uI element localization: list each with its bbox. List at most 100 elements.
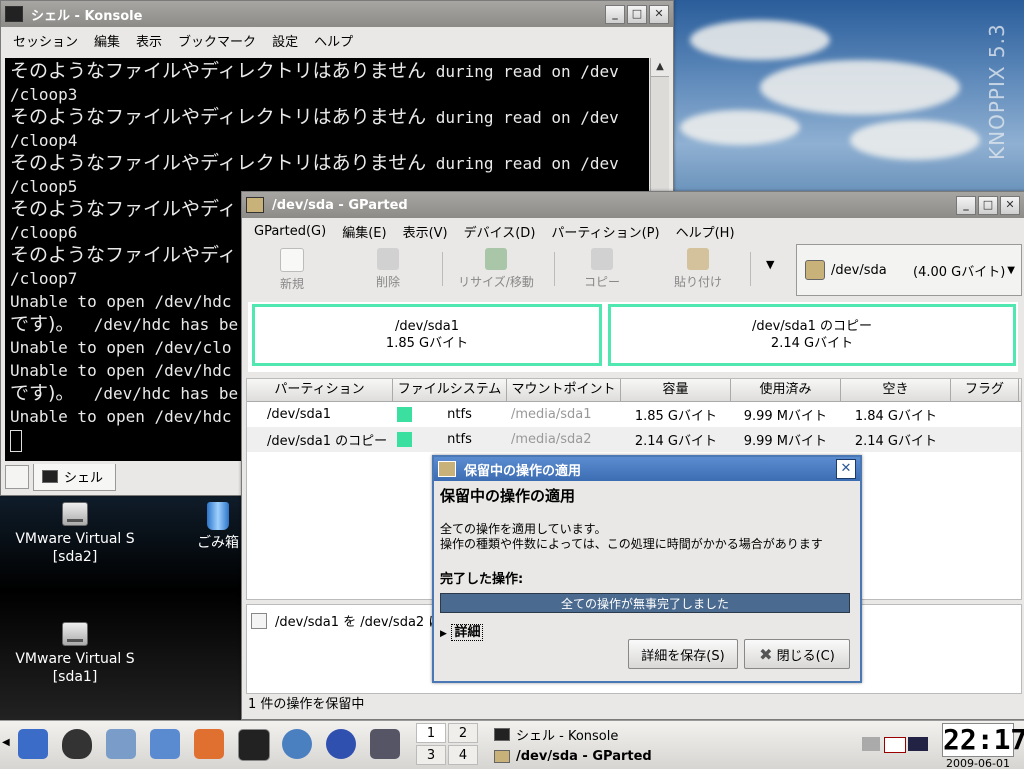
terminal-text-jp: そのようなファイルやディ [10, 198, 237, 220]
column-header-used[interactable]: 使用済み [731, 379, 841, 401]
desktop-icon-trash[interactable]: ごみ箱 [195, 502, 241, 552]
close-button[interactable]: ✕ [649, 4, 669, 24]
window-list-icon[interactable] [106, 729, 136, 759]
save-details-button[interactable]: 詳細を保存(S) [628, 639, 738, 669]
new-session-button[interactable] [5, 465, 29, 489]
terminal-icon [5, 6, 23, 22]
menu-item[interactable]: GParted(G) [246, 224, 334, 239]
knoppix-watermark: KNOPPIX 5.3 [985, 23, 1009, 160]
keyboard-icon[interactable] [862, 737, 880, 751]
konqueror-icon[interactable] [282, 729, 312, 759]
display-icon[interactable] [908, 737, 928, 751]
copy-button[interactable]: コピー [562, 248, 642, 290]
terminal-text-jp: そのようなファイルやディレクトリはありません [10, 106, 427, 128]
fs-color-swatch [397, 407, 412, 422]
menu-item[interactable]: 編集(E) [334, 222, 394, 241]
dialog-titlebar[interactable]: 保留中の操作の適用 ✕ [434, 457, 860, 481]
minimize-button[interactable]: _ [956, 195, 976, 215]
scroll-up-arrow-icon[interactable]: ▲ [651, 58, 669, 77]
tux-icon[interactable] [62, 729, 92, 759]
table-row[interactable]: /dev/sda1 ntfs /media/sda1 1.85 Gバイト 9.9… [247, 402, 1021, 427]
close-button[interactable]: ✖ 閉じる(C) [744, 639, 850, 669]
delete-button[interactable]: 削除 [348, 248, 428, 290]
input-method-icon[interactable] [884, 737, 906, 753]
pager-desktop-2[interactable]: 2 [448, 723, 478, 743]
details-expander[interactable]: ▶ 詳細 [440, 621, 852, 641]
terminal-text-jp: そのようなファイルやディ [10, 244, 237, 266]
terminal-text: /cloop4 [10, 131, 78, 150]
menu-item[interactable]: パーティション(P) [543, 222, 667, 241]
menu-item[interactable]: ブックマーク [170, 31, 264, 50]
gparted-app-icon [246, 197, 264, 213]
desktop-icon-sda2[interactable]: VMware Virtual S [sda2] [5, 502, 145, 566]
konsole-tabbar: シェル [5, 463, 117, 491]
toolbar-separator [554, 252, 555, 286]
office-icon[interactable] [370, 729, 400, 759]
cell-mountpoint: /media/sda1 [511, 407, 592, 422]
table-row[interactable]: /dev/sda1 のコピー ntfs /media/sda2 2.14 Gバイ… [247, 427, 1021, 452]
menu-item[interactable]: デバイス(D) [456, 222, 544, 241]
home-folder-icon[interactable] [194, 729, 224, 759]
desktop-icon-sda1[interactable]: VMware Virtual S [sda1] [5, 622, 145, 686]
device-size: (4.00 Gバイト) [913, 264, 1006, 280]
task-gparted[interactable]: /dev/sda - GParted [488, 745, 848, 767]
panel-hide-arrow-icon[interactable]: ◀ [2, 737, 10, 748]
delete-label: 削除 [375, 275, 400, 289]
paste-button[interactable]: 貼り付け [658, 248, 738, 290]
menu-item[interactable]: ヘルプ(H) [668, 222, 743, 241]
cell-filesystem: ntfs [393, 432, 507, 447]
menu-item[interactable]: 表示(V) [395, 222, 456, 241]
column-header-free[interactable]: 空き [841, 379, 951, 401]
terminal-text: Unable to open /dev/hdc [10, 361, 232, 380]
resize-move-button[interactable]: リサイズ/移動 [446, 248, 546, 290]
maximize-button[interactable]: □ [978, 195, 998, 215]
diskmap-partition-sda1-copy[interactable]: /dev/sda1 のコピー 2.14 Gバイト [608, 304, 1016, 366]
terminal-icon[interactable] [238, 729, 270, 761]
column-header-mountpoint[interactable]: マウントポイント [507, 379, 621, 401]
paste-icon [687, 248, 709, 270]
diskmap-partition-size: 2.14 Gバイト [770, 336, 854, 351]
dialog-close-icon[interactable]: ✕ [836, 459, 856, 479]
menu-item[interactable]: 表示 [128, 31, 170, 50]
close-button[interactable]: ✕ [1000, 195, 1020, 215]
new-button[interactable]: 新規 [252, 248, 332, 292]
task-konsole[interactable]: シェル - Konsole [488, 723, 848, 745]
delete-icon [377, 248, 399, 270]
menu-item[interactable]: 設定 [264, 31, 306, 50]
harddisk-icon [805, 260, 825, 280]
terminal-line: そのようなファイルやディレクトリはありません during read on /d… [10, 106, 649, 129]
apply-operations-dialog: 保留中の操作の適用 ✕ 保留中の操作の適用 全ての操作を適用しています。 操作の… [432, 455, 862, 683]
device-selector[interactable]: /dev/sda (4.00 Gバイト) ▼ [796, 244, 1022, 296]
desktop-icon-label: VMware Virtual S [15, 651, 135, 667]
pager-desktop-3[interactable]: 3 [416, 745, 446, 765]
diskmap-partition-sda1[interactable]: /dev/sda1 1.85 Gバイト [252, 304, 602, 366]
drive-icon [62, 622, 88, 646]
tab-shell[interactable]: シェル [33, 463, 117, 491]
clock[interactable]: 22:17 [942, 723, 1024, 757]
browser-icon[interactable] [326, 729, 356, 759]
paste-label: 貼り付け [673, 275, 722, 289]
gparted-titlebar[interactable]: /dev/sda - GParted _ □ ✕ [242, 192, 1024, 218]
pager-desktop-1[interactable]: 1 [416, 723, 446, 743]
column-header-partition[interactable]: パーティション [247, 379, 393, 401]
column-header-size[interactable]: 容量 [621, 379, 731, 401]
terminal-text-jp: そのようなファイルやディレクトリはありません [10, 60, 427, 82]
menu-item[interactable]: セッション [5, 31, 86, 50]
terminal-text: /cloop3 [10, 85, 78, 104]
control-center-icon[interactable] [150, 729, 180, 759]
minimize-button[interactable]: _ [605, 4, 625, 24]
column-header-flags[interactable]: フラグ [951, 379, 1019, 401]
kde-menu-icon[interactable] [18, 729, 48, 759]
cell-free: 1.84 Gバイト [854, 409, 937, 424]
toolbar-overflow-arrow-icon[interactable]: ▼ [766, 258, 774, 271]
konsole-titlebar[interactable]: シェル - Konsole _ □ ✕ [1, 1, 673, 27]
menu-item[interactable]: ヘルプ [306, 31, 361, 50]
gparted-toolbar: 新規 削除 リサイズ/移動 コピー 貼り付け ▼ /dev/sda (4.00 … [246, 244, 1022, 296]
cell-mountpoint: /media/sda2 [511, 432, 592, 447]
menu-item[interactable]: 編集 [86, 31, 128, 50]
maximize-button[interactable]: □ [627, 4, 647, 24]
trash-icon [207, 502, 229, 530]
pager-desktop-4[interactable]: 4 [448, 745, 478, 765]
close-button-label: 閉じる(C) [776, 648, 835, 664]
column-header-filesystem[interactable]: ファイルシステム [393, 379, 507, 401]
